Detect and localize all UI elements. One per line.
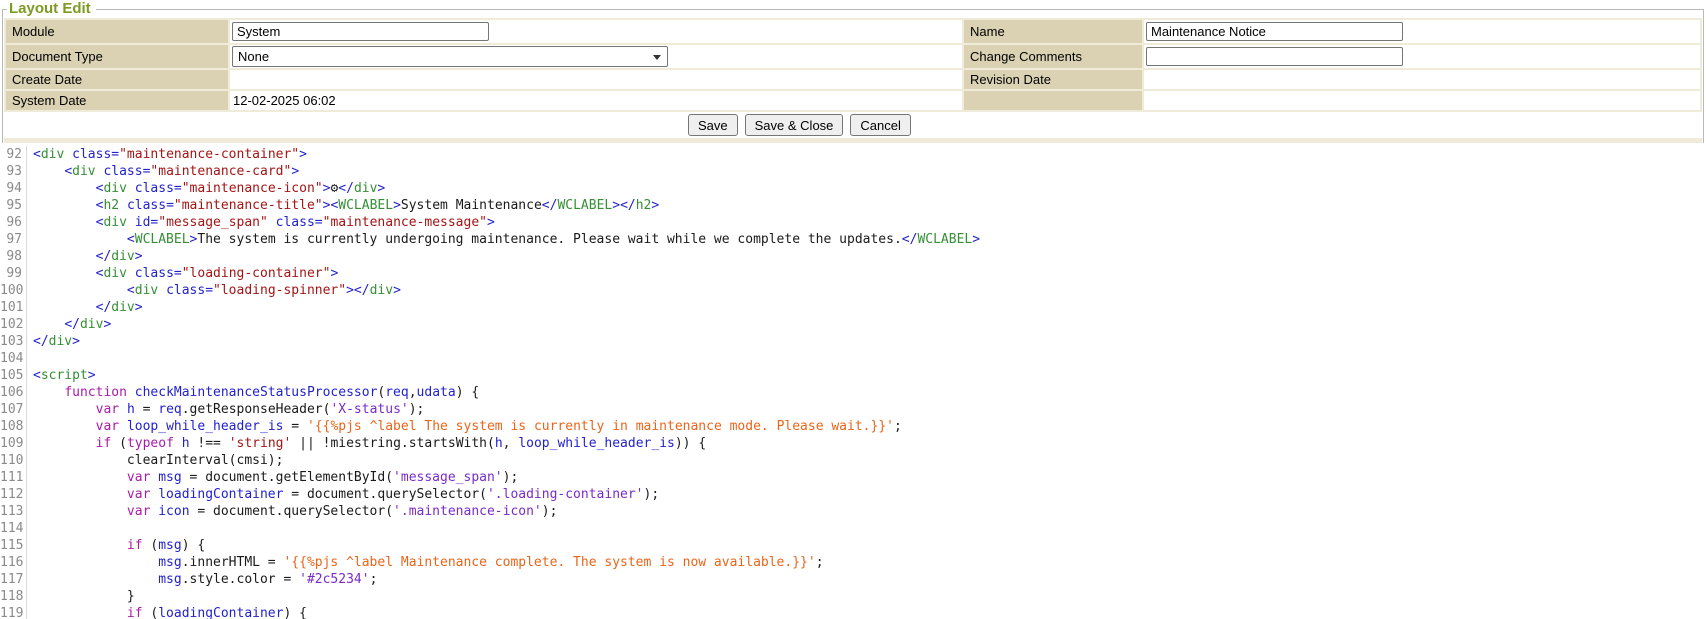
document-type-selected-option: None [238, 49, 269, 64]
line-number: 107 [0, 401, 27, 418]
line-number: 111 [0, 469, 27, 486]
code-line: 103</div> [0, 333, 1706, 350]
document-type-value-cell: None [230, 45, 962, 68]
page-title: Layout Edit [7, 1, 96, 18]
line-number: 110 [0, 452, 27, 469]
code-line: 111 var msg = document.getElementById('m… [0, 469, 1706, 486]
code-line: 93 <div class="maintenance-card"> [0, 163, 1706, 180]
cancel-button[interactable]: Cancel [850, 114, 910, 136]
code-line: 117 msg.style.color = '#2c5234'; [0, 571, 1706, 588]
system-date-value-cell: 12-02-2025 06:02 [230, 91, 962, 110]
line-number: 115 [0, 537, 27, 554]
line-number: 118 [0, 588, 27, 605]
document-type-label: Document Type [6, 45, 228, 68]
code-line: 106 function checkMaintenanceStatusProce… [0, 384, 1706, 401]
form-buttons-row: Save Save & Close Cancel [4, 112, 1702, 138]
line-number: 93 [0, 163, 27, 180]
code-line: 92<div class="maintenance-container"> [0, 146, 1706, 163]
line-number: 95 [0, 197, 27, 214]
empty-value-cell [1144, 91, 1700, 110]
code-line: 98 </div> [0, 248, 1706, 265]
save-button[interactable]: Save [688, 114, 738, 136]
line-number: 114 [0, 520, 27, 537]
line-number: 92 [0, 146, 27, 163]
code-line: 119 if (loadingContainer) { [0, 605, 1706, 619]
line-number: 100 [0, 282, 27, 299]
line-number: 106 [0, 384, 27, 401]
code-line: 109 if (typeof h !== 'string' || !miestr… [0, 435, 1706, 452]
line-number: 105 [0, 367, 27, 384]
name-value-cell [1144, 20, 1700, 43]
code-line: 104 [0, 350, 1706, 367]
change-comments-label: Change Comments [964, 45, 1142, 68]
line-number: 99 [0, 265, 27, 282]
code-line: 112 var loadingContainer = document.quer… [0, 486, 1706, 503]
code-editor[interactable]: 92<div class="maintenance-container">93 … [0, 143, 1706, 619]
create-date-value-cell [230, 70, 962, 89]
code-line: 116 msg.innerHTML = '{{%pjs ^label Maint… [0, 554, 1706, 571]
module-input[interactable] [232, 22, 489, 41]
line-number: 112 [0, 486, 27, 503]
code-line: 101 </div> [0, 299, 1706, 316]
chevron-down-icon [653, 55, 661, 60]
line-number: 98 [0, 248, 27, 265]
line-number: 113 [0, 503, 27, 520]
line-number: 119 [0, 605, 27, 619]
name-input[interactable] [1146, 22, 1403, 41]
line-number: 116 [0, 554, 27, 571]
code-line: 95 <h2 class="maintenance-title"><WCLABE… [0, 197, 1706, 214]
system-date-value: 12-02-2025 06:02 [232, 93, 336, 108]
line-number: 109 [0, 435, 27, 452]
code-line: 99 <div class="loading-container"> [0, 265, 1706, 282]
code-line: 102 </div> [0, 316, 1706, 333]
line-number: 102 [0, 316, 27, 333]
line-number: 108 [0, 418, 27, 435]
code-line: 118 } [0, 588, 1706, 605]
line-number: 94 [0, 180, 27, 197]
line-number: 96 [0, 214, 27, 231]
code-line: 100 <div class="loading-spinner"></div> [0, 282, 1706, 299]
change-comments-input[interactable] [1146, 47, 1403, 66]
code-line: 113 var icon = document.querySelector('.… [0, 503, 1706, 520]
line-number: 101 [0, 299, 27, 316]
layout-edit-panel: Layout Edit Module Name Document Type No… [2, 1, 1704, 143]
name-label: Name [964, 20, 1142, 43]
line-number: 117 [0, 571, 27, 588]
empty-label-cell [964, 91, 1142, 110]
code-line: 96 <div id="message_span" class="mainten… [0, 214, 1706, 231]
revision-date-value-cell [1144, 70, 1700, 89]
system-date-label: System Date [6, 91, 228, 110]
code-line: 115 if (msg) { [0, 537, 1706, 554]
code-line: 107 var h = req.getResponseHeader('X-sta… [0, 401, 1706, 418]
code-line: 105<script> [0, 367, 1706, 384]
layout-edit-form: Module Name Document Type None Change Co… [4, 18, 1702, 112]
document-type-select[interactable]: None [232, 46, 668, 67]
change-comments-value-cell [1144, 45, 1700, 68]
save-and-close-button[interactable]: Save & Close [745, 114, 844, 136]
line-number: 97 [0, 231, 27, 248]
module-label: Module [6, 20, 228, 43]
code-line: 114 [0, 520, 1706, 537]
module-value-cell [230, 20, 962, 43]
line-number: 104 [0, 350, 27, 367]
line-number: 103 [0, 333, 27, 350]
code-line: 110 clearInterval(cmsi); [0, 452, 1706, 469]
code-line: 108 var loop_while_header_is = '{{%pjs ^… [0, 418, 1706, 435]
code-line: 94 <div class="maintenance-icon">⚙</div> [0, 180, 1706, 197]
revision-date-label: Revision Date [964, 70, 1142, 89]
create-date-label: Create Date [6, 70, 228, 89]
code-line: 97 <WCLABEL>The system is currently unde… [0, 231, 1706, 248]
